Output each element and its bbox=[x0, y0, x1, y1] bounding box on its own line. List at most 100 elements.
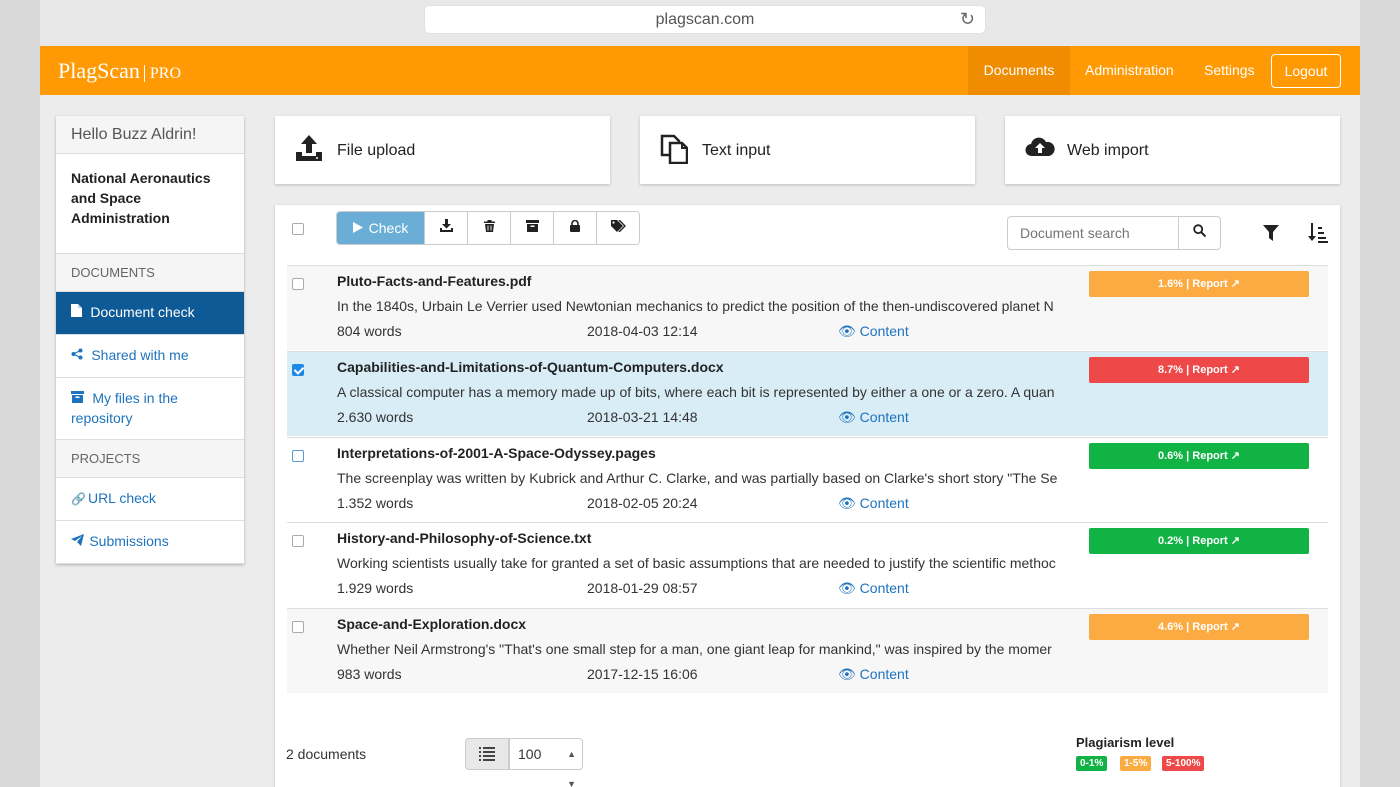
search-input[interactable] bbox=[1008, 217, 1178, 249]
sidebar-item-label: URL check bbox=[87, 490, 156, 506]
filter-icon[interactable] bbox=[1263, 225, 1279, 246]
legend-high: 5-100% bbox=[1162, 756, 1205, 771]
row-checkbox[interactable] bbox=[292, 621, 304, 633]
document-title[interactable]: Interpretations-of-2001-A-Space-Odyssey.… bbox=[337, 445, 656, 461]
tag-button[interactable] bbox=[596, 212, 639, 244]
legend-medium: 1-5% bbox=[1120, 756, 1152, 771]
reload-icon[interactable]: ↻ bbox=[960, 6, 975, 33]
word-count: 2.630 words bbox=[337, 409, 414, 425]
report-badge[interactable]: 1.6% | Report ↗ bbox=[1089, 271, 1309, 297]
content-label: Content bbox=[859, 495, 909, 511]
sort-icon[interactable] bbox=[1308, 223, 1328, 248]
score-label: 0.6% | Report bbox=[1158, 450, 1228, 462]
plagiarism-level-title: Plagiarism level bbox=[1076, 735, 1175, 750]
document-snippet: Whether Neil Armstrong's "That's one sma… bbox=[337, 641, 1052, 657]
text-input-tile[interactable]: Text input bbox=[640, 116, 975, 184]
external-link-icon: ↗ bbox=[1230, 621, 1240, 633]
document-row[interactable]: History-and-Philosophy-of-Science.txt Wo… bbox=[287, 522, 1328, 607]
score-label: 4.6% | Report bbox=[1158, 621, 1228, 633]
score-label: 0.2% | Report bbox=[1158, 535, 1228, 547]
report-badge[interactable]: 0.6% | Report ↗ bbox=[1089, 443, 1309, 469]
document-title[interactable]: Space-and-Exploration.docx bbox=[337, 616, 526, 632]
document-row[interactable]: Capabilities-and-Limitations-of-Quantum-… bbox=[287, 351, 1328, 436]
report-badge[interactable]: 0.2% | Report ↗ bbox=[1089, 528, 1309, 554]
brand-name: PlagScan bbox=[58, 58, 140, 83]
select-all-checkbox[interactable] bbox=[292, 223, 304, 235]
trash-icon bbox=[483, 219, 495, 237]
document-row[interactable]: Pluto-Facts-and-Features.pdf In the 1840… bbox=[287, 265, 1328, 350]
sidebar-item-document-check[interactable]: Document check bbox=[56, 292, 244, 335]
sidebar-item-label: My files in the repository bbox=[71, 390, 178, 426]
greeting: Hello Buzz Aldrin! bbox=[56, 116, 244, 154]
document-row[interactable]: Interpretations-of-2001-A-Space-Odyssey.… bbox=[287, 437, 1328, 522]
documents-heading: DOCUMENTS bbox=[56, 254, 244, 292]
search-icon bbox=[1193, 224, 1207, 242]
word-count: 1.929 words bbox=[337, 580, 414, 596]
file-upload-label: File upload bbox=[337, 142, 416, 159]
per-page-select[interactable]: 100 ▲ ▼ bbox=[509, 738, 583, 787]
address-bar[interactable]: plagscan.com ↻ bbox=[425, 6, 985, 33]
browser-toolbar: plagscan.com ↻ bbox=[40, 0, 1360, 46]
sidebar-item-label: Document check bbox=[90, 304, 195, 320]
file-upload-tile[interactable]: File upload bbox=[275, 116, 610, 184]
tags-icon bbox=[610, 219, 626, 237]
archive-button[interactable] bbox=[510, 212, 553, 244]
play-icon bbox=[352, 220, 363, 236]
content-link[interactable]: 👁 Content bbox=[838, 323, 909, 340]
archive-icon bbox=[71, 391, 87, 406]
external-link-icon: ↗ bbox=[1230, 364, 1240, 376]
download-button[interactable] bbox=[424, 212, 467, 244]
cloud-upload-icon bbox=[1025, 134, 1055, 164]
copy-document-icon bbox=[660, 134, 690, 165]
report-badge[interactable]: 4.6% | Report ↗ bbox=[1089, 614, 1309, 640]
report-badge[interactable]: 8.7% | Report ↗ bbox=[1089, 357, 1309, 383]
row-checkbox[interactable] bbox=[292, 450, 304, 462]
file-icon bbox=[71, 304, 85, 320]
per-page-value: 100 bbox=[518, 746, 542, 762]
select-arrows-icon: ▲ ▼ bbox=[567, 749, 576, 787]
score-label: 8.7% | Report bbox=[1158, 364, 1228, 376]
lock-button[interactable] bbox=[553, 212, 596, 244]
paper-plane-icon bbox=[71, 534, 87, 549]
content-label: Content bbox=[859, 323, 909, 339]
nav-documents[interactable]: Documents bbox=[968, 46, 1070, 95]
document-snippet: The screenplay was written by Kubrick an… bbox=[337, 470, 1058, 486]
logout-button[interactable]: Logout bbox=[1271, 54, 1341, 88]
upload-date: 2018-04-03 12:14 bbox=[587, 323, 698, 339]
brand-edition: PRO bbox=[143, 65, 182, 82]
upload-icon bbox=[295, 134, 325, 164]
content-link[interactable]: 👁 Content bbox=[838, 580, 909, 597]
content-label: Content bbox=[859, 409, 909, 425]
content-link[interactable]: 👁 Content bbox=[838, 666, 909, 683]
nav-administration[interactable]: Administration bbox=[1085, 46, 1174, 95]
archive-icon bbox=[525, 219, 539, 237]
text-input-label: Text input bbox=[702, 142, 771, 159]
per-page-icon bbox=[465, 738, 509, 770]
content-link[interactable]: 👁 Content bbox=[838, 495, 909, 512]
sidebar-item-submissions[interactable]: Submissions bbox=[56, 521, 244, 564]
web-import-tile[interactable]: Web import bbox=[1005, 116, 1340, 184]
content-link[interactable]: 👁 Content bbox=[838, 409, 909, 426]
sidebar-item-url-check[interactable]: 🔗 URL check bbox=[56, 478, 244, 521]
document-row[interactable]: Space-and-Exploration.docx Whether Neil … bbox=[287, 608, 1328, 693]
search-button[interactable] bbox=[1178, 217, 1220, 249]
delete-button[interactable] bbox=[467, 212, 510, 244]
score-label: 1.6% | Report bbox=[1158, 278, 1228, 290]
upload-date: 2017-12-15 16:06 bbox=[587, 666, 698, 682]
eye-icon: 👁 bbox=[838, 495, 856, 511]
sidebar-item-shared-with-me[interactable]: Shared with me bbox=[56, 335, 244, 378]
legend-low: 0-1% bbox=[1076, 756, 1108, 771]
row-checkbox[interactable] bbox=[292, 364, 304, 376]
row-checkbox[interactable] bbox=[292, 278, 304, 290]
document-title[interactable]: Capabilities-and-Limitations-of-Quantum-… bbox=[337, 359, 724, 375]
sidebar-item-repository[interactable]: My files in the repository bbox=[56, 378, 244, 440]
nav-settings[interactable]: Settings bbox=[1204, 46, 1255, 95]
row-checkbox[interactable] bbox=[292, 535, 304, 547]
plagscan-logo[interactable]: PlagScan PRO bbox=[58, 58, 182, 84]
document-title[interactable]: Pluto-Facts-and-Features.pdf bbox=[337, 273, 531, 289]
document-count: 2 documents bbox=[286, 746, 367, 762]
document-search bbox=[1007, 216, 1221, 250]
check-button[interactable]: Check bbox=[337, 212, 424, 244]
document-title[interactable]: History-and-Philosophy-of-Science.txt bbox=[337, 530, 591, 546]
eye-icon: 👁 bbox=[838, 323, 856, 339]
